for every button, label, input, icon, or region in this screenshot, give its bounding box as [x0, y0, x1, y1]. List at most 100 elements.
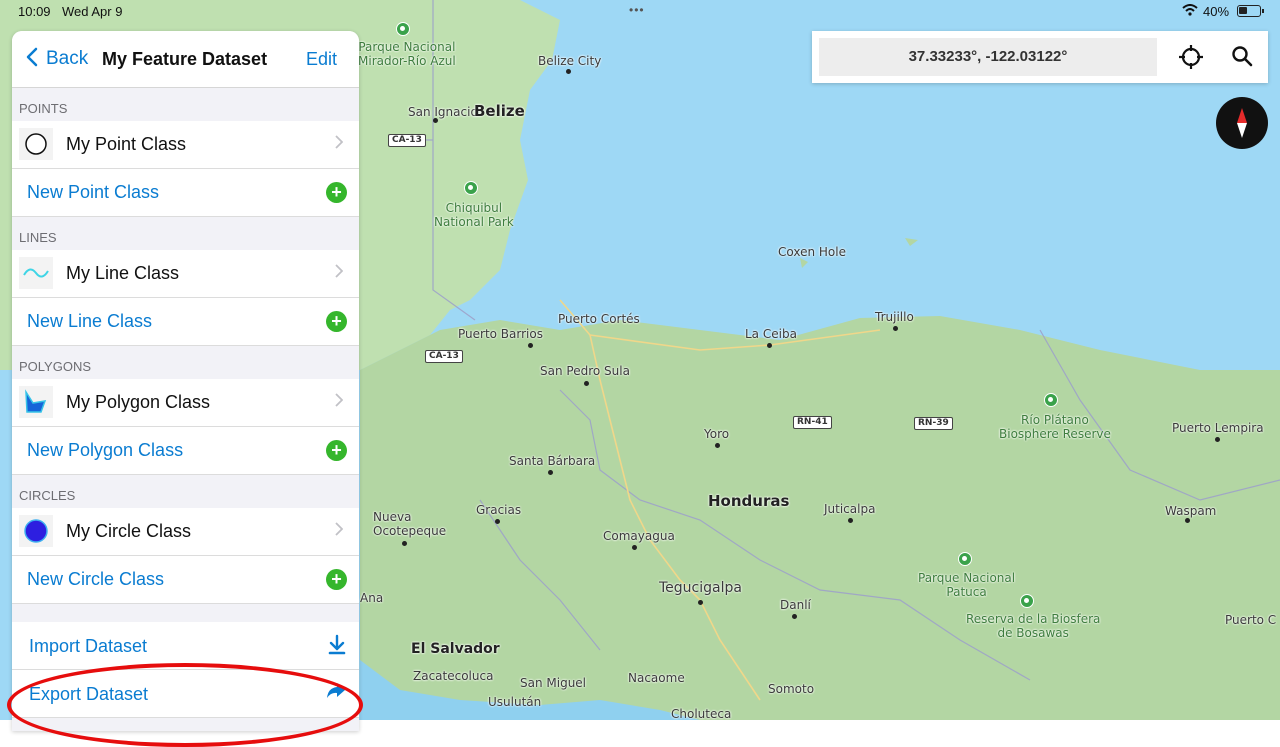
place-label: Tegucigalpa [659, 580, 742, 596]
coordinate-field[interactable]: 37.33233°, -122.03122° [819, 38, 1157, 76]
section-header-polygons: POLYGONS [19, 359, 92, 374]
new-circle-class-row[interactable]: New Circle Class + [12, 556, 359, 604]
place-label: Trujillo [875, 310, 914, 324]
point-class-row[interactable]: My Point Class [12, 121, 359, 169]
point-icon [19, 128, 53, 160]
new-line-class-row[interactable]: New Line Class + [12, 298, 359, 346]
row-label: New Polygon Class [27, 440, 184, 460]
circle-class-row[interactable]: My Circle Class [12, 508, 359, 556]
park-icon [958, 552, 972, 566]
place-label: La Ceiba [745, 327, 797, 341]
place-label: San Miguel [520, 676, 587, 690]
city-dot [632, 545, 637, 550]
place-label: Juticalpa [824, 502, 876, 516]
line-class-row[interactable]: My Line Class [12, 250, 359, 298]
chevron-right-icon [335, 133, 344, 154]
circle-icon [19, 515, 53, 547]
city-dot [402, 541, 407, 546]
park-icon [1044, 393, 1058, 407]
place-label: San Ignacio [408, 105, 478, 119]
city-dot [1215, 437, 1220, 442]
row-label: New Line Class [27, 311, 153, 331]
country-label: El Salvador [411, 641, 500, 657]
country-label: Honduras [708, 492, 790, 510]
road-shield: CA-13 [425, 350, 463, 363]
row-label: New Circle Class [27, 569, 165, 589]
place-label: Parque Nacional Patuca [918, 571, 1016, 599]
row-label: My Circle Class [66, 521, 192, 541]
city-dot [584, 381, 589, 386]
place-label: Río Plátano Biosphere Reserve [999, 413, 1111, 441]
place-label: Usulután [488, 695, 542, 709]
city-dot [893, 326, 898, 331]
action-label: Import Dataset [29, 636, 148, 656]
place-label: Yoro [704, 427, 730, 441]
place-label: Parque Nacional Mirador-Río Azul [358, 40, 456, 68]
place-label: Belize City [538, 54, 602, 68]
place-label: Zacatecoluca [413, 669, 494, 683]
road-shield: CA-13 [388, 134, 426, 147]
city-dot [528, 343, 533, 348]
country-label: Belize [474, 102, 525, 120]
compass-icon [1237, 108, 1247, 138]
edit-button[interactable]: Edit [306, 49, 337, 70]
locate-crosshair-icon[interactable] [1178, 44, 1204, 75]
row-label: My Line Class [66, 263, 180, 283]
nav-bar: Back My Feature Dataset Edit [12, 31, 359, 88]
feature-dataset-panel: Back My Feature Dataset Edit POINTS My P… [12, 31, 359, 731]
place-label: San Pedro Sula [540, 364, 630, 378]
add-icon: + [326, 311, 347, 332]
park-icon [464, 181, 478, 195]
chevron-right-icon [335, 262, 344, 283]
place-label: Puerto Cortés [558, 312, 640, 326]
city-dot [495, 519, 500, 524]
section-header-points: POINTS [19, 101, 68, 116]
place-label: Nacaome [628, 671, 685, 685]
place-label: Puerto Lempira [1172, 421, 1264, 435]
road-shield: RN-41 [793, 416, 832, 429]
status-date: Wed Apr 9 [62, 4, 123, 19]
new-point-class-row[interactable]: New Point Class + [12, 169, 359, 217]
city-dot [566, 69, 571, 74]
add-icon: + [326, 569, 347, 590]
city-dot [848, 518, 853, 523]
back-button[interactable]: Back [26, 47, 88, 70]
status-time: 10:09 [18, 4, 51, 19]
coordinate-search-bar: 37.33233°, -122.03122° [812, 31, 1268, 83]
place-label: Gracias [476, 503, 522, 517]
wifi-icon [1182, 4, 1198, 19]
place-label: Nueva Ocotepeque [373, 510, 447, 538]
city-dot [767, 343, 772, 348]
compass-button[interactable] [1216, 97, 1268, 149]
place-label: Choluteca [671, 707, 732, 720]
add-icon: + [326, 440, 347, 461]
city-dot [548, 470, 553, 475]
back-label: Back [46, 47, 89, 69]
polygon-icon [19, 386, 53, 418]
city-dot [715, 443, 720, 448]
road-shield: RN-39 [914, 417, 953, 430]
status-bar: 10:09 Wed Apr 9 ••• 40% [0, 0, 1280, 22]
place-label: Somoto [768, 682, 815, 696]
download-icon [327, 634, 347, 661]
line-icon [19, 257, 53, 289]
place-label: Comayagua [603, 529, 675, 543]
add-icon: + [326, 182, 347, 203]
new-polygon-class-row[interactable]: New Polygon Class + [12, 427, 359, 475]
row-label: My Point Class [66, 134, 187, 154]
search-icon[interactable] [1231, 45, 1253, 72]
place-label: Puerto Barrios [458, 327, 543, 341]
chevron-right-icon [335, 391, 344, 412]
multitask-handle[interactable]: ••• [629, 3, 645, 17]
page-title: My Feature Dataset [102, 49, 268, 69]
chevron-left-icon [26, 47, 38, 70]
city-dot [792, 614, 797, 619]
row-label: My Polygon Class [66, 392, 211, 412]
place-label: Santa Bárbara [509, 454, 596, 468]
place-label: Coxen Hole [778, 245, 846, 259]
polygon-class-row[interactable]: My Polygon Class [12, 379, 359, 427]
city-dot [698, 600, 703, 605]
battery-icon [1237, 5, 1264, 17]
chevron-right-icon [335, 520, 344, 541]
